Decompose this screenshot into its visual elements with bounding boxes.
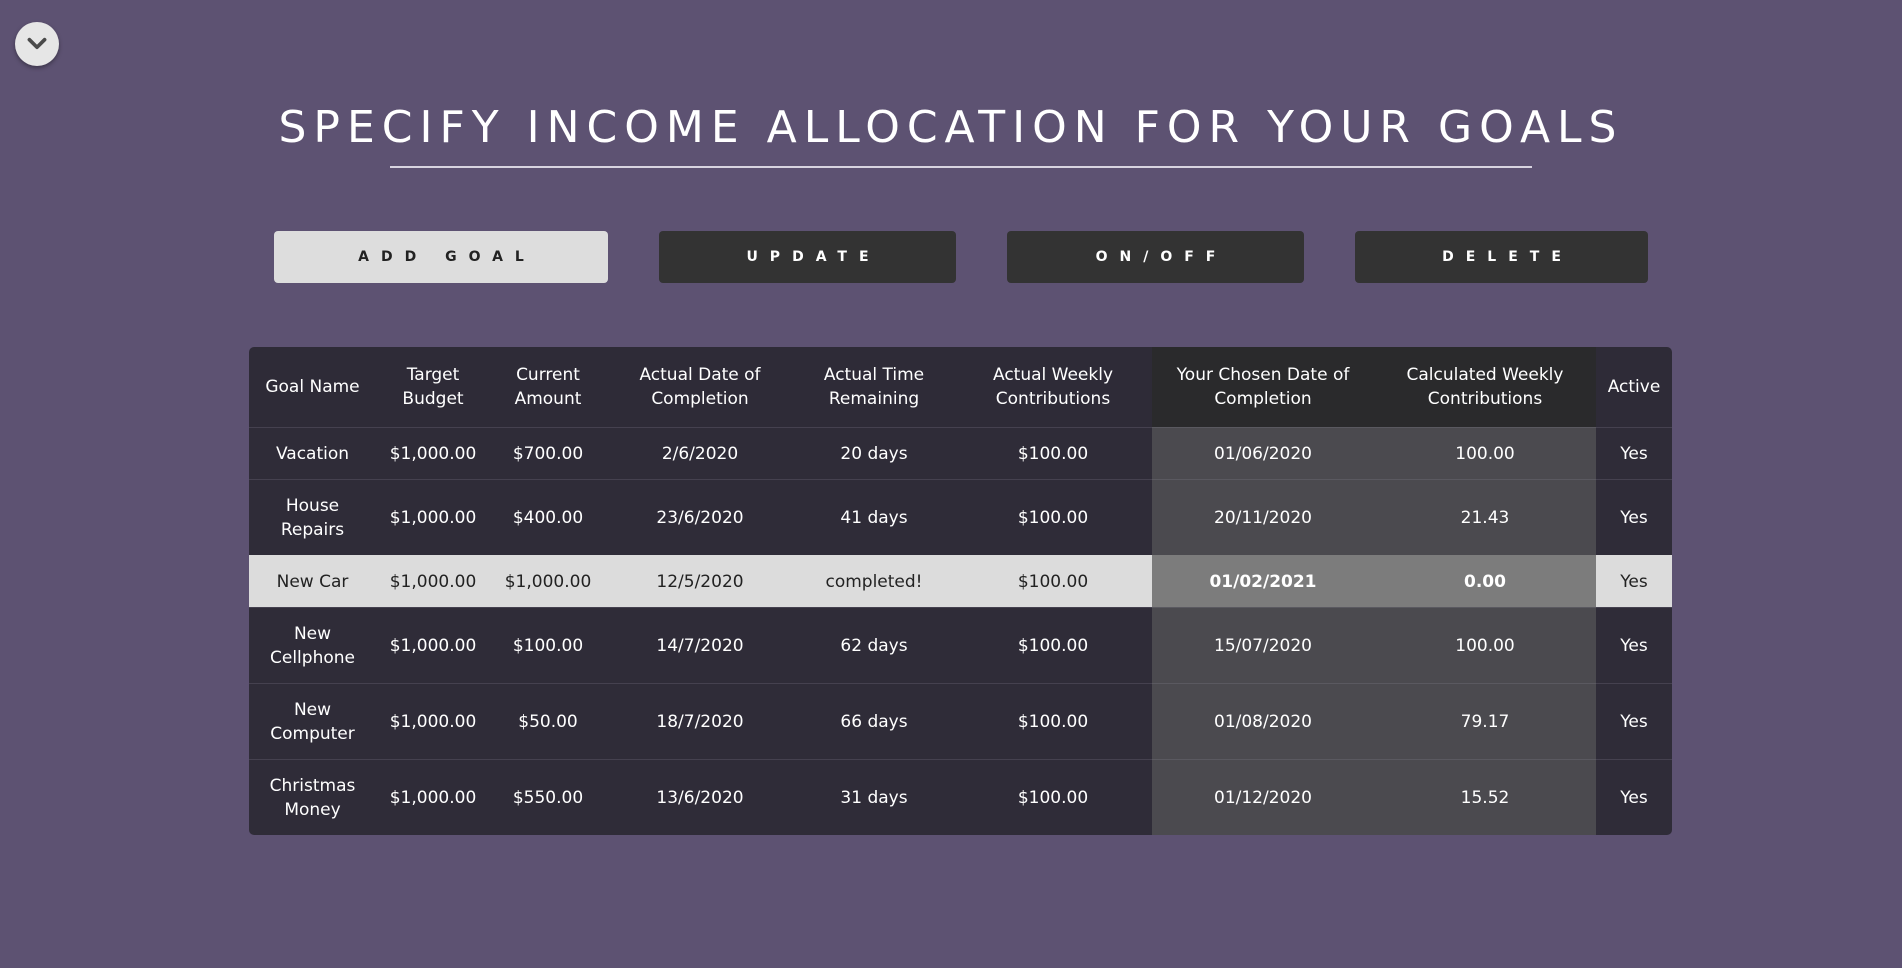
active-cell: Yes	[1596, 759, 1672, 835]
header-actual-date: Actual Date of Completion	[606, 347, 794, 428]
active-cell: Yes	[1596, 607, 1672, 684]
on-off-button[interactable]: ON/OFF	[1007, 231, 1304, 283]
goal-name-cell: New Car	[249, 555, 376, 608]
goal-name-cell: Christmas Money	[249, 759, 376, 835]
calculated-weekly-cell: 0.00	[1374, 555, 1596, 608]
goal-name-cell: New Cellphone	[249, 607, 376, 684]
current-amount-cell: $550.00	[490, 759, 606, 835]
target-budget-cell: $1,000.00	[376, 479, 490, 556]
active-cell: Yes	[1596, 479, 1672, 556]
actual-date-cell: 2/6/2020	[606, 427, 794, 480]
time-remaining-cell: 41 days	[794, 479, 954, 556]
actual-weekly-cell: $100.00	[954, 759, 1152, 835]
current-amount-cell: $700.00	[490, 427, 606, 480]
table-row[interactable]: New Cellphone $1,000.00 $100.00 14/7/202…	[249, 607, 1672, 684]
calculated-weekly-cell: 21.43	[1374, 479, 1596, 556]
current-amount-cell: $1,000.00	[490, 555, 606, 608]
chosen-date-cell[interactable]: 01/12/2020	[1152, 759, 1374, 835]
target-budget-cell: $1,000.00	[376, 607, 490, 684]
time-remaining-cell: 31 days	[794, 759, 954, 835]
goals-table-container: Goal Name Target Budget Current Amount A…	[249, 347, 1672, 835]
table-row[interactable]: Vacation $1,000.00 $700.00 2/6/2020 20 d…	[249, 427, 1672, 480]
header-active: Active	[1596, 347, 1672, 428]
header-chosen-date: Your Chosen Date of Completion	[1152, 347, 1374, 428]
current-amount-cell: $50.00	[490, 683, 606, 760]
chosen-date-cell[interactable]: 01/02/2021	[1152, 555, 1374, 608]
collapse-toggle-button[interactable]	[15, 22, 59, 66]
actual-date-cell: 23/6/2020	[606, 479, 794, 556]
chosen-date-cell[interactable]: 01/06/2020	[1152, 427, 1374, 480]
time-remaining-cell: 66 days	[794, 683, 954, 760]
update-button[interactable]: UPDATE	[659, 231, 956, 283]
actual-date-cell: 12/5/2020	[606, 555, 794, 608]
current-amount-cell: $100.00	[490, 607, 606, 684]
chevron-down-icon	[27, 37, 47, 50]
target-budget-cell: $1,000.00	[376, 555, 490, 608]
goal-name-cell: Vacation	[249, 427, 376, 480]
calculated-weekly-cell: 15.52	[1374, 759, 1596, 835]
active-cell: Yes	[1596, 427, 1672, 480]
actual-date-cell: 13/6/2020	[606, 759, 794, 835]
target-budget-cell: $1,000.00	[376, 759, 490, 835]
goal-name-cell: House Repairs	[249, 479, 376, 556]
header-current-amount: Current Amount	[490, 347, 606, 428]
chosen-date-cell[interactable]: 20/11/2020	[1152, 479, 1374, 556]
delete-button[interactable]: DELETE	[1355, 231, 1648, 283]
header-target-budget: Target Budget	[376, 347, 490, 428]
active-cell: Yes	[1596, 555, 1672, 608]
actual-weekly-cell: $100.00	[954, 607, 1152, 684]
header-calculated-weekly: Calculated Weekly Contributions	[1374, 347, 1596, 428]
actual-date-cell: 18/7/2020	[606, 683, 794, 760]
header-actual-weekly: Actual Weekly Contributions	[954, 347, 1152, 428]
add-goal-button[interactable]: ADD GOAL	[274, 231, 608, 283]
table-row[interactable]: House Repairs $1,000.00 $400.00 23/6/202…	[249, 479, 1672, 556]
title-underline	[390, 166, 1532, 168]
time-remaining-cell: completed!	[794, 555, 954, 608]
actual-weekly-cell: $100.00	[954, 479, 1152, 556]
active-cell: Yes	[1596, 683, 1672, 760]
table-header-row: Goal Name Target Budget Current Amount A…	[249, 347, 1672, 428]
table-row[interactable]: Christmas Money $1,000.00 $550.00 13/6/2…	[249, 759, 1672, 835]
goals-table: Goal Name Target Budget Current Amount A…	[249, 347, 1672, 835]
time-remaining-cell: 20 days	[794, 427, 954, 480]
actual-date-cell: 14/7/2020	[606, 607, 794, 684]
header-goal-name: Goal Name	[249, 347, 376, 428]
calculated-weekly-cell: 100.00	[1374, 607, 1596, 684]
chosen-date-cell[interactable]: 01/08/2020	[1152, 683, 1374, 760]
current-amount-cell: $400.00	[490, 479, 606, 556]
calculated-weekly-cell: 79.17	[1374, 683, 1596, 760]
actual-weekly-cell: $100.00	[954, 683, 1152, 760]
header-actual-time-remaining: Actual Time Remaining	[794, 347, 954, 428]
table-row-selected[interactable]: New Car $1,000.00 $1,000.00 12/5/2020 co…	[249, 555, 1672, 608]
calculated-weekly-cell: 100.00	[1374, 427, 1596, 480]
goals-page: SPECIFY INCOME ALLOCATION FOR YOUR GOALS…	[0, 0, 1902, 968]
target-budget-cell: $1,000.00	[376, 683, 490, 760]
actual-weekly-cell: $100.00	[954, 555, 1152, 608]
target-budget-cell: $1,000.00	[376, 427, 490, 480]
page-title: SPECIFY INCOME ALLOCATION FOR YOUR GOALS	[278, 102, 1624, 153]
table-row[interactable]: New Computer $1,000.00 $50.00 18/7/2020 …	[249, 683, 1672, 760]
goal-name-cell: New Computer	[249, 683, 376, 760]
chosen-date-cell[interactable]: 15/07/2020	[1152, 607, 1374, 684]
actual-weekly-cell: $100.00	[954, 427, 1152, 480]
time-remaining-cell: 62 days	[794, 607, 954, 684]
